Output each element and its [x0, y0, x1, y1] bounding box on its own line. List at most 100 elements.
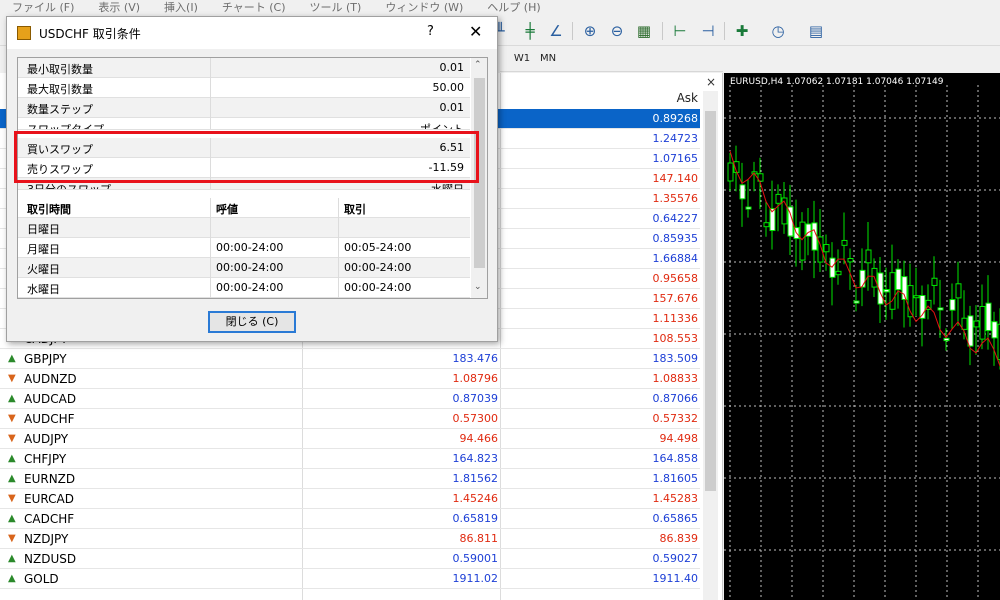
ask-price: 0.57332 — [652, 412, 699, 425]
market-watch-row[interactable]: ▲ CHFJPY 164.823 164.858 — [0, 449, 700, 469]
menu-help[interactable]: ヘルプ (H) — [475, 0, 552, 16]
market-watch-row[interactable]: ▼ NZDJPY 86.811 86.839 — [0, 529, 700, 549]
ask-price: 1.66884 — [652, 252, 699, 265]
session-day: 日曜日 — [27, 223, 60, 236]
chart-header: EURUSD,H4 1.07062 1.07181 1.07046 1.0714… — [730, 77, 944, 87]
indicators-icon[interactable]: ✚ — [732, 21, 752, 41]
candle-body — [799, 221, 806, 261]
market-watch-row[interactable]: ▲ NZDUSD 0.59001 0.59027 — [0, 549, 700, 569]
timeframe-bar: W1 MN — [500, 46, 723, 72]
market-watch-row[interactable]: ▲ GBPJPY 183.476 183.509 — [0, 349, 700, 369]
market-watch-row[interactable]: ▼ AUDCHF 0.57300 0.57332 — [0, 409, 700, 429]
ask-price: 1.08833 — [652, 372, 699, 385]
tile-windows-icon[interactable]: ▦ — [634, 21, 654, 41]
symbol-name: NZDJPY — [24, 532, 69, 546]
symbol-name: CHFJPY — [24, 452, 67, 466]
candle-body — [889, 272, 896, 310]
ask-price: 0.64227 — [652, 212, 699, 225]
bid-price: 1911.02 — [452, 572, 499, 585]
candle-body — [835, 270, 842, 276]
timeframe-mn[interactable]: MN — [534, 50, 562, 68]
symbol-name: EURNZD — [24, 472, 76, 486]
menu-tools[interactable]: ツール (T) — [298, 0, 374, 16]
market-watch-row[interactable]: ▲ AUDCAD 0.87039 0.87066 — [0, 389, 700, 409]
zoom-out-icon[interactable]: ⊖ — [607, 21, 627, 41]
ask-column-header[interactable]: Ask — [600, 91, 698, 105]
spec-value: 50.00 — [432, 81, 465, 94]
templates-icon[interactable]: ▤ — [806, 21, 826, 41]
bid-price: 0.59001 — [452, 552, 499, 565]
scrollbar-thumb[interactable] — [705, 111, 716, 491]
symbol-name: NZDUSD — [24, 552, 77, 566]
close-button[interactable]: 閉じる (C) — [208, 311, 296, 333]
price-chart[interactable]: EURUSD,H4 1.07062 1.07181 1.07046 1.0714… — [724, 73, 1000, 600]
chart-shift-icon[interactable]: ⊣ — [698, 21, 718, 41]
spec-row: 数量ステップ 0.01 — [18, 98, 470, 118]
market-watch-scrollbar[interactable] — [703, 91, 718, 600]
chevron-up-icon[interactable]: ⌃ — [474, 60, 482, 70]
candle-body — [991, 321, 998, 339]
ask-price: 94.498 — [659, 432, 699, 445]
session-header-row: 取引時間 呼値 取引 — [18, 198, 470, 218]
arrow-up-icon: ▲ — [8, 473, 16, 484]
candle-body — [967, 315, 974, 347]
session-quote-hours: 00:00-24:00 — [216, 281, 284, 294]
candle-body — [829, 257, 836, 278]
arrow-down-icon: ▼ — [8, 433, 16, 444]
candle-body — [973, 320, 980, 328]
arrow-up-icon: ▲ — [8, 393, 16, 404]
chevron-down-icon[interactable]: ⌄ — [474, 282, 482, 292]
candle-body — [943, 337, 950, 342]
session-trade-hours: 00:05-24:00 — [344, 241, 412, 254]
session-day: 月曜日 — [27, 243, 60, 256]
periods-icon[interactable]: ◷ — [768, 21, 788, 41]
market-watch-row[interactable]: ▲ EURNZD 1.81562 1.81605 — [0, 469, 700, 489]
candle-body — [883, 289, 890, 293]
candle-body — [895, 268, 902, 291]
arrow-up-icon: ▲ — [8, 573, 16, 584]
bid-price: 1.81562 — [452, 472, 499, 485]
arrow-up-icon: ▲ — [8, 353, 16, 364]
spec-row: スワップタイプ ポイント — [18, 118, 470, 130]
dialog-titlebar: USDCHF 取引条件 ? ✕ — [7, 17, 497, 49]
arrow-up-icon: ▲ — [8, 553, 16, 564]
market-watch-row[interactable]: ▲ CADCHF 0.65819 0.65865 — [0, 509, 700, 529]
market-watch-row[interactable]: ▲ GOLD 1911.02 1911.40 — [0, 569, 700, 589]
help-icon[interactable]: ? — [427, 24, 434, 39]
ask-price: 0.89268 — [652, 112, 699, 125]
market-watch-row[interactable]: ▼ AUDNZD 1.08796 1.08833 — [0, 369, 700, 389]
spec-label: 最小取引数量 — [27, 63, 93, 76]
ask-price: 157.676 — [652, 292, 699, 305]
symbol-name: AUDCAD — [24, 392, 77, 406]
session-trade-hours: 00:00-24:00 — [344, 281, 412, 294]
menu-insert[interactable]: 挿入(I) — [152, 0, 210, 16]
menu-chart[interactable]: チャート (C) — [210, 0, 298, 16]
market-watch-row[interactable]: ▼ EURCAD 1.45246 1.45283 — [0, 489, 700, 509]
timeframe-w1[interactable]: W1 — [508, 50, 536, 68]
spec-value: 0.01 — [439, 61, 465, 74]
bid-price: 0.57300 — [452, 412, 499, 425]
ask-price: 0.59027 — [652, 552, 699, 565]
market-watch-row[interactable]: ▼ AUDJPY 94.466 94.498 — [0, 429, 700, 449]
autoscroll-icon[interactable]: ⊢ — [670, 21, 690, 41]
menu-file[interactable]: ファイル (F) — [0, 0, 86, 16]
symbol-name: EURCAD — [24, 492, 74, 506]
ask-price: 1.45283 — [652, 492, 699, 505]
close-icon[interactable]: ✕ — [469, 22, 482, 41]
candle-body — [853, 300, 860, 304]
symbol-name: GBPJPY — [24, 352, 67, 366]
session-quote-header: 呼値 — [216, 203, 238, 216]
ask-price: 164.858 — [652, 452, 699, 465]
zoom-in-icon[interactable]: ⊕ — [580, 21, 600, 41]
session-day: 水曜日 — [27, 283, 60, 296]
line-chart-icon[interactable]: ∠ — [546, 21, 566, 41]
menu-view[interactable]: 表示 (V) — [86, 0, 152, 16]
candle-body — [913, 295, 920, 299]
candle-body — [841, 239, 848, 246]
session-trade-header: 取引 — [344, 203, 366, 216]
close-icon[interactable]: × — [706, 75, 716, 89]
menu-window[interactable]: ウィンドウ (W) — [373, 0, 475, 16]
session-row: 水曜日 00:00-24:00 00:00-24:00 — [18, 278, 470, 298]
ask-price: 0.85935 — [652, 232, 699, 245]
candlestick-icon[interactable]: ╪ — [520, 21, 540, 41]
